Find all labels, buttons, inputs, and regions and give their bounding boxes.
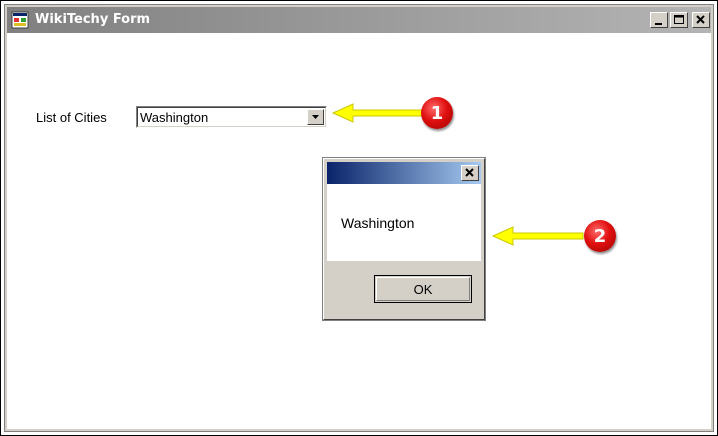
annotation-arrow-1 xyxy=(331,103,424,123)
message-box-title-bar[interactable] xyxy=(327,162,481,184)
combobox-selected-value: Washington xyxy=(140,110,209,125)
message-box-body: Washington xyxy=(327,184,481,261)
combobox-field: Washington xyxy=(137,107,326,127)
annotation-badge-1: 1 xyxy=(421,97,453,129)
message-box-close-button[interactable] xyxy=(461,165,479,181)
maximize-button[interactable] xyxy=(670,12,688,28)
message-box-dialog: Washington OK xyxy=(323,158,485,320)
minimize-icon xyxy=(655,23,662,25)
close-button[interactable] xyxy=(692,12,710,28)
annotation-arrow-2 xyxy=(491,226,584,246)
form-app-icon[interactable] xyxy=(11,11,29,29)
message-text: Washington xyxy=(341,215,415,231)
maximize-icon xyxy=(674,15,684,24)
close-icon xyxy=(465,168,474,177)
dropdown-button[interactable] xyxy=(307,109,324,125)
chevron-down-icon xyxy=(312,115,319,119)
cities-label: List of Cities xyxy=(36,110,107,125)
window-title: WikiTechy Form xyxy=(35,12,151,27)
cities-combobox[interactable]: Washington xyxy=(136,106,327,128)
screenshot-frame: WikiTechy Form List of Cities Washington… xyxy=(0,0,718,436)
title-bar[interactable]: WikiTechy Form xyxy=(7,7,711,33)
ok-button[interactable]: OK xyxy=(374,275,472,303)
close-icon xyxy=(696,15,705,24)
minimize-button[interactable] xyxy=(650,12,668,28)
annotation-badge-2: 2 xyxy=(584,220,616,252)
